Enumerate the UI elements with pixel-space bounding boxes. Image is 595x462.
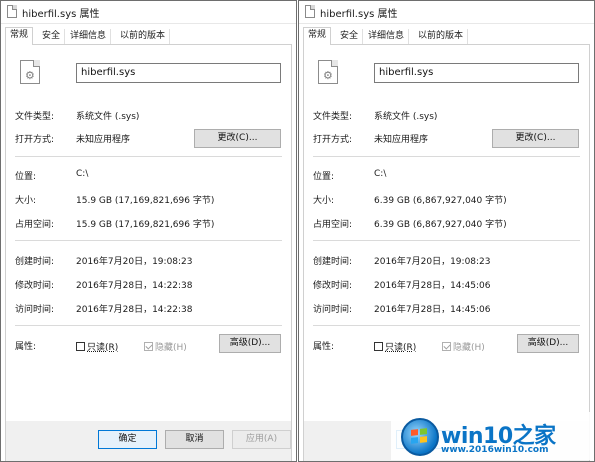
tab-details[interactable]: 详细信息	[364, 29, 410, 44]
filename-field[interactable]: hiberfil.sys	[374, 63, 579, 83]
size-label: 大小:	[313, 196, 335, 206]
readonly-label: 只读(R)	[87, 343, 119, 353]
tab-previous-versions[interactable]: 以前的版本	[116, 29, 171, 44]
hidden-check-box	[144, 342, 153, 351]
accessed-label: 访问时间:	[15, 305, 55, 315]
size-on-disk-value: 6.39 GB (6,867,927,040 字节)	[374, 220, 507, 230]
readonly-checkbox[interactable]: 只读(R)	[76, 340, 118, 353]
open-with-label: 打开方式:	[313, 135, 353, 145]
title-bar[interactable]: hiberfil.sys 属性	[299, 1, 594, 24]
file-type-label: 文件类型:	[313, 112, 353, 122]
divider	[313, 156, 580, 157]
location-label: 位置:	[313, 172, 335, 182]
hidden-label: 隐藏(H)	[155, 343, 187, 353]
file-type-value: 系统文件 (.sys)	[76, 112, 140, 122]
created-label: 创建时间:	[15, 257, 55, 267]
location-value: C:\	[76, 169, 89, 179]
tab-general[interactable]: 常规	[303, 27, 332, 45]
created-label: 创建时间:	[313, 257, 353, 267]
divider	[15, 156, 282, 157]
properties-dialog-left: hiberfil.sys 属性 常规 安全 详细信息 以前的版本 ⚙ hiber…	[0, 0, 297, 462]
tab-details[interactable]: 详细信息	[66, 29, 112, 44]
open-with-value: 未知应用程序	[374, 135, 429, 145]
file-type-label: 文件类型:	[15, 112, 55, 122]
size-label: 大小:	[15, 196, 37, 206]
modified-label: 修改时间:	[313, 281, 353, 291]
readonly-check-box[interactable]	[374, 342, 383, 351]
size-value: 15.9 GB (17,169,821,696 字节)	[76, 196, 215, 206]
window-title: hiberfil.sys 属性	[22, 9, 100, 20]
change-button[interactable]: 更改(C)...	[492, 129, 579, 148]
location-label: 位置:	[15, 172, 37, 182]
readonly-label: 只读(R)	[385, 343, 417, 353]
win10-watermark: win10之家 www.2016win10.com	[391, 412, 591, 460]
tab-security[interactable]: 安全	[336, 29, 364, 44]
divider	[15, 240, 282, 241]
advanced-button[interactable]: 高级(D)...	[219, 334, 281, 353]
created-value: 2016年7月20日，19:08:23	[374, 257, 491, 267]
hidden-label: 隐藏(H)	[453, 343, 485, 353]
apply-button[interactable]: 应用(A)	[232, 430, 291, 449]
general-panel: ⚙ hiberfil.sys 文件类型: 系统文件 (.sys) 打开方式: 未…	[303, 45, 590, 461]
tab-security[interactable]: 安全	[38, 29, 66, 44]
open-with-value: 未知应用程序	[76, 135, 131, 145]
open-with-label: 打开方式:	[15, 135, 55, 145]
size-on-disk-value: 15.9 GB (17,169,821,696 字节)	[76, 220, 215, 230]
modified-value: 2016年7月28日，14:45:06	[374, 281, 491, 291]
attributes-label: 属性:	[313, 342, 335, 352]
dialog-button-bar: 确定 取消 应用(A)	[6, 421, 291, 461]
file-icon	[7, 5, 17, 18]
watermark-url: www.2016win10.com	[441, 445, 549, 455]
tab-general[interactable]: 常规	[5, 27, 34, 45]
system-file-icon: ⚙	[318, 60, 338, 84]
properties-dialog-right: hiberfil.sys 属性 常规 安全 详细信息 以前的版本 ⚙ hiber…	[298, 0, 595, 462]
hidden-check-box	[442, 342, 451, 351]
attributes-label: 属性:	[15, 342, 37, 352]
cancel-button[interactable]: 取消	[165, 430, 224, 449]
file-icon	[305, 5, 315, 18]
change-button[interactable]: 更改(C)...	[194, 129, 281, 148]
divider	[313, 240, 580, 241]
system-file-icon: ⚙	[20, 60, 40, 84]
tab-strip: 常规 安全 详细信息 以前的版本	[5, 27, 292, 45]
general-panel: ⚙ hiberfil.sys 文件类型: 系统文件 (.sys) 打开方式: 未…	[5, 45, 292, 461]
accessed-value: 2016年7月28日，14:45:06	[374, 305, 491, 315]
modified-value: 2016年7月28日，14:22:38	[76, 281, 193, 291]
readonly-check-box[interactable]	[76, 342, 85, 351]
size-on-disk-label: 占用空间:	[15, 220, 55, 230]
readonly-checkbox[interactable]: 只读(R)	[374, 340, 416, 353]
tab-strip: 常规 安全 详细信息 以前的版本	[303, 27, 590, 45]
filename-field[interactable]: hiberfil.sys	[76, 63, 281, 83]
accessed-value: 2016年7月28日，14:22:38	[76, 305, 193, 315]
modified-label: 修改时间:	[15, 281, 55, 291]
file-type-value: 系统文件 (.sys)	[374, 112, 438, 122]
tab-previous-versions[interactable]: 以前的版本	[414, 29, 469, 44]
title-bar[interactable]: hiberfil.sys 属性	[1, 1, 296, 24]
divider	[15, 325, 282, 326]
hidden-checkbox: 隐藏(H)	[144, 340, 187, 353]
location-value: C:\	[374, 169, 387, 179]
window-title: hiberfil.sys 属性	[320, 9, 398, 20]
divider	[313, 325, 580, 326]
accessed-label: 访问时间:	[313, 305, 353, 315]
size-value: 6.39 GB (6,867,927,040 字节)	[374, 196, 507, 206]
created-value: 2016年7月20日，19:08:23	[76, 257, 193, 267]
hidden-checkbox: 隐藏(H)	[442, 340, 485, 353]
size-on-disk-label: 占用空间:	[313, 220, 353, 230]
windows-logo-icon	[401, 418, 439, 456]
ok-button[interactable]: 确定	[98, 430, 157, 449]
advanced-button[interactable]: 高级(D)...	[517, 334, 579, 353]
